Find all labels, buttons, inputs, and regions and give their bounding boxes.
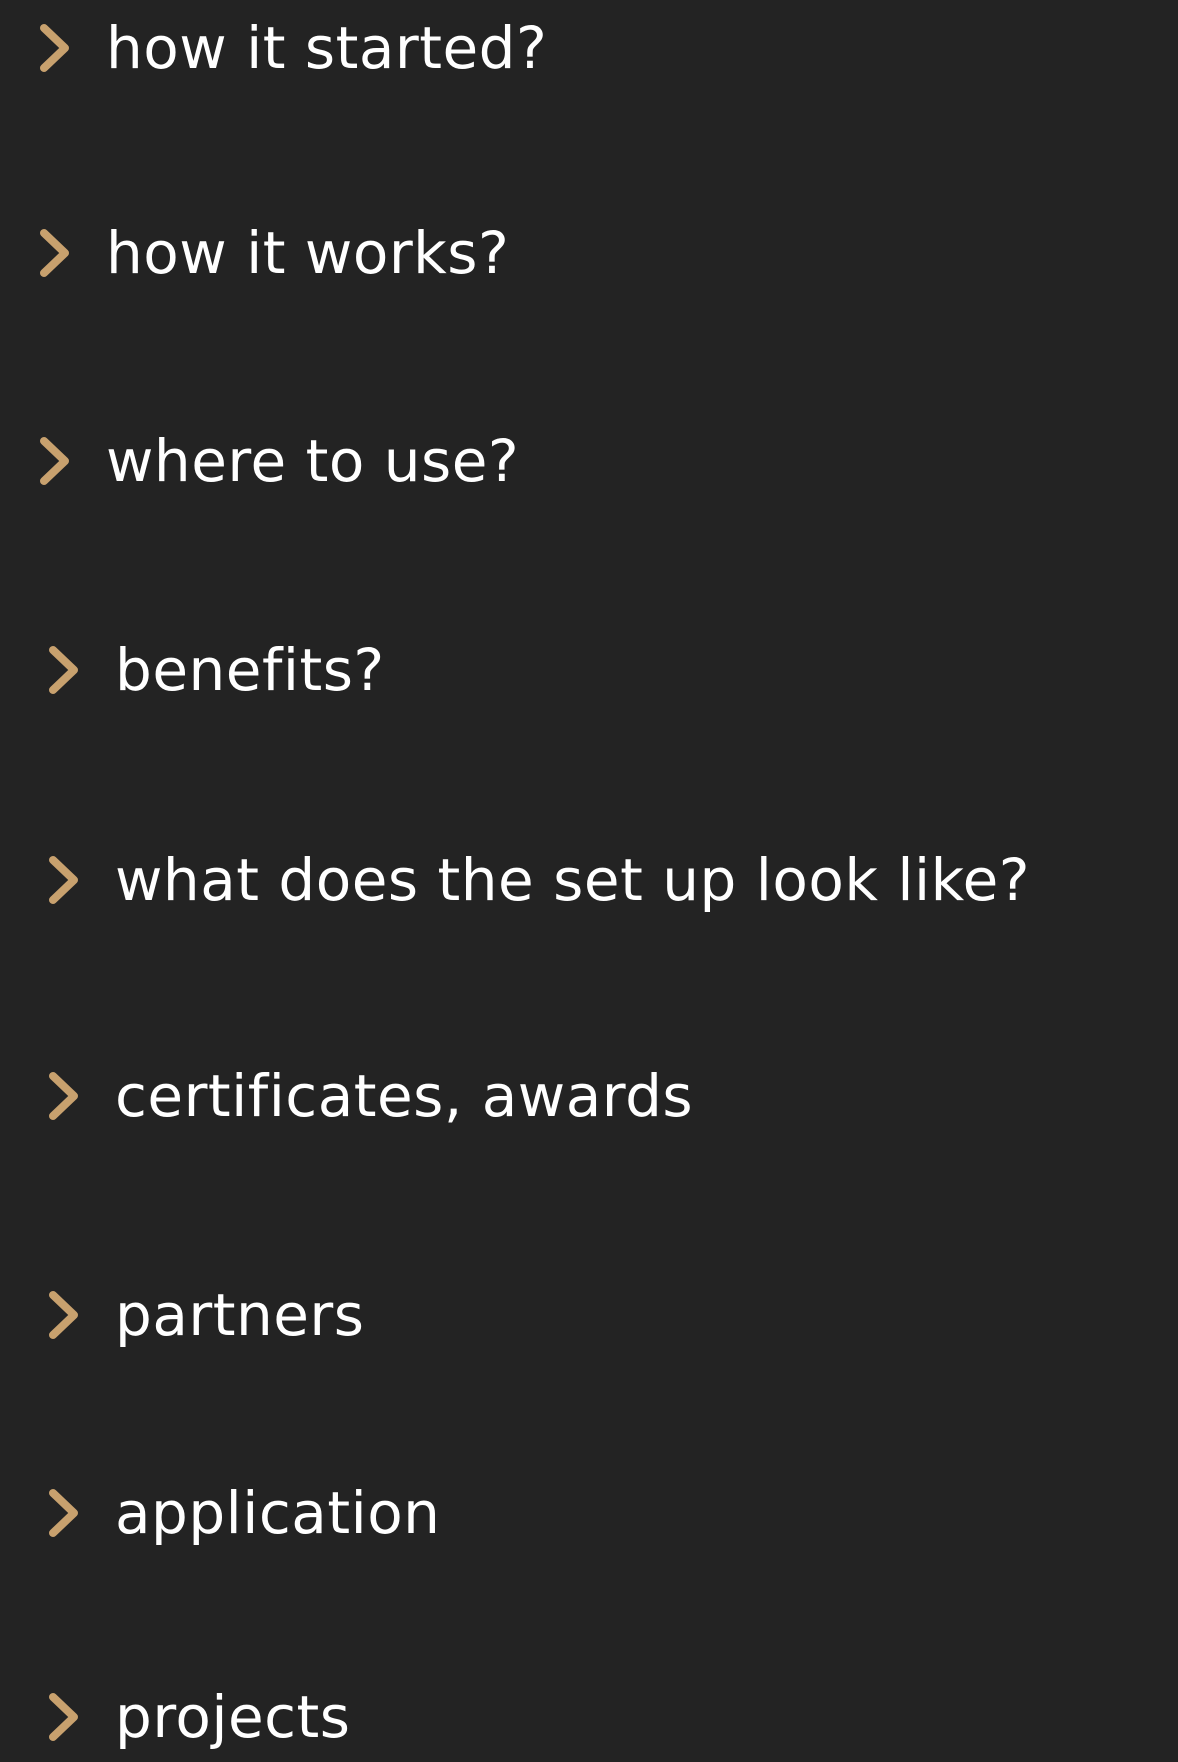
menu-item-label: where to use? (106, 427, 520, 495)
menu-item-label: partners (115, 1281, 365, 1349)
menu-item-label: how it works? (106, 219, 510, 287)
menu-item-where-to-use[interactable]: where to use? (38, 416, 519, 506)
menu-item-application[interactable]: application (47, 1468, 440, 1558)
menu-item-label: what does the set up look like? (115, 846, 1031, 914)
faq-menu: how it started? how it works? where to u… (0, 0, 1178, 1758)
chevron-right-icon (38, 23, 72, 73)
menu-item-partners[interactable]: partners (47, 1270, 364, 1360)
chevron-right-icon (47, 1692, 81, 1742)
menu-item-label: application (115, 1479, 441, 1547)
menu-item-benefits[interactable]: benefits? (47, 625, 385, 715)
menu-item-label: projects (115, 1683, 351, 1751)
chevron-right-icon (47, 855, 81, 905)
menu-item-projects[interactable]: projects (47, 1672, 351, 1762)
menu-item-how-it-works[interactable]: how it works? (38, 208, 509, 298)
menu-item-label: benefits? (115, 636, 385, 704)
chevron-right-icon (47, 1071, 81, 1121)
chevron-right-icon (38, 436, 72, 486)
menu-item-label: how it started? (106, 14, 548, 82)
chevron-right-icon (47, 1488, 81, 1538)
menu-item-label: certificates, awards (115, 1062, 694, 1130)
menu-item-set-up[interactable]: what does the set up look like? (47, 835, 1030, 925)
chevron-right-icon (47, 1290, 81, 1340)
menu-item-how-it-started[interactable]: how it started? (38, 3, 547, 93)
menu-item-certificates-awards[interactable]: certificates, awards (47, 1051, 693, 1141)
chevron-right-icon (38, 228, 72, 278)
chevron-right-icon (47, 645, 81, 695)
